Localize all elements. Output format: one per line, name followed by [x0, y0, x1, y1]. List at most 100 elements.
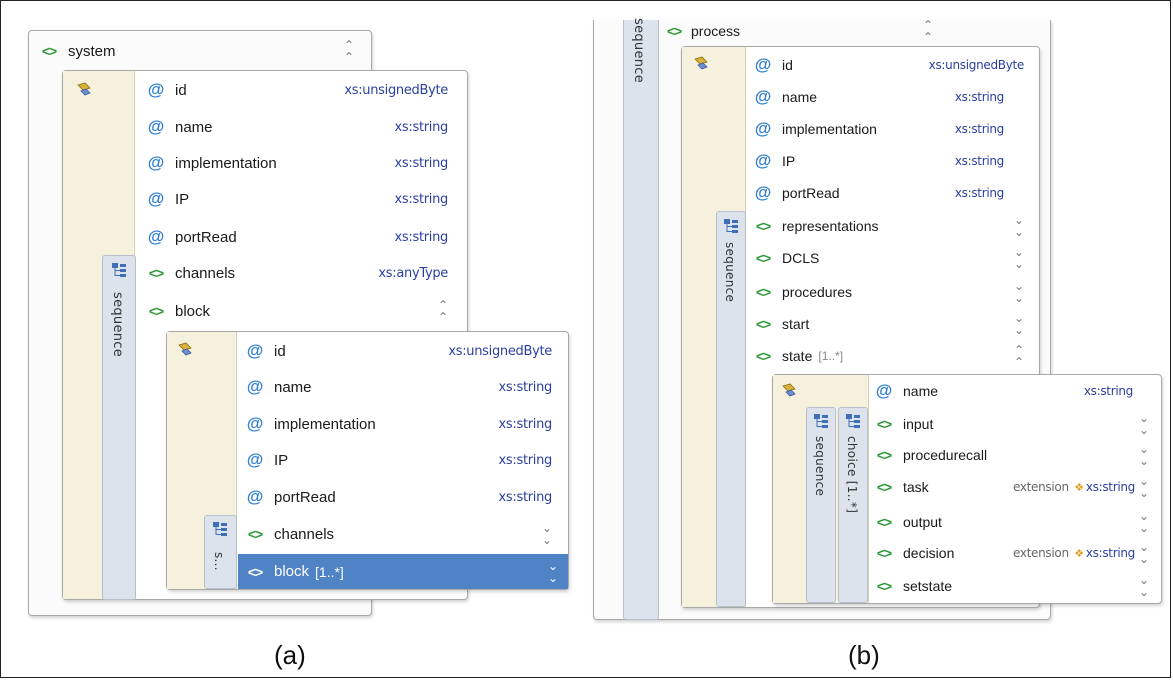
element-icon: <> [755, 284, 771, 300]
plus-diamond-icon: ❖ [1074, 481, 1084, 494]
element-icon: <> [247, 526, 263, 542]
element-row[interactable]: <> channels ⌄ ⌄ [244, 519, 562, 549]
attribute-name: IP [175, 190, 190, 208]
extension-label: extension [1012, 480, 1069, 494]
attribute-row[interactable]: @ portRead xs:string [244, 482, 562, 512]
expand-icon[interactable]: ⌄ ⌄ [1014, 312, 1024, 336]
collapse-icon[interactable]: ⌃ ⌃ [923, 19, 933, 43]
attribute-name: id [175, 81, 187, 99]
expand-icon[interactable]: ⌄ ⌄ [542, 522, 552, 546]
element-row[interactable]: <> block ⌃ ⌃ [145, 296, 458, 326]
attribute-row[interactable]: @ implementation xs:string [145, 148, 458, 178]
attribute-row[interactable]: @ id xs:unsignedByte [145, 75, 458, 105]
element-name: start [782, 316, 810, 332]
element-row[interactable]: <> representations ⌄ ⌄ [752, 211, 1034, 241]
element-row[interactable]: <> channels xs:anyType [145, 258, 458, 288]
element-name: procedures [782, 284, 853, 300]
expand-icon[interactable]: ⌄ ⌄ [1139, 443, 1149, 467]
element-name: representations [782, 218, 879, 234]
attribute-type: xs:unsignedByte [928, 58, 1025, 72]
element-name: procedurecall [903, 447, 988, 463]
element-icon: <> [247, 563, 263, 580]
multiplicity: [1..*] [315, 563, 344, 580]
element-row-selected[interactable]: <> block [1..*] ⌄ ⌄ [238, 554, 568, 589]
element-name: block [175, 302, 211, 320]
sequence-icon [112, 263, 126, 277]
element-type: extension ❖ xs:string [1013, 546, 1135, 560]
attribute-row[interactable]: @ id xs:unsignedByte [244, 336, 562, 366]
attribute-row[interactable]: @ name xs:string [873, 376, 1143, 406]
attribute-name: id [782, 57, 793, 73]
base-type: xs:string [1085, 546, 1135, 560]
attribute-name: name [903, 383, 939, 399]
element-row[interactable]: <> task extension ❖ xs:string ⌄ ⌄ [873, 472, 1159, 502]
attribute-row[interactable]: @ IP xs:string [244, 445, 562, 475]
expand-icon[interactable]: ⌄ ⌄ [1139, 412, 1149, 436]
attribute-row[interactable]: @ name xs:string [752, 82, 1014, 112]
attributes-icon [178, 342, 192, 356]
element-icon: <> [755, 316, 771, 332]
attribute-name: portRead [175, 228, 237, 246]
attribute-type: xs:string [394, 119, 449, 135]
element-icon: <> [148, 265, 164, 281]
element-row[interactable]: <> start ⌄ ⌄ [752, 309, 1034, 339]
element-icon: <> [755, 250, 771, 266]
outer-sequence-label: sequence [631, 18, 646, 84]
attribute-type: xs:string [954, 122, 1004, 136]
attribute-type: xs:string [954, 186, 1004, 200]
attribute-row[interactable]: @ portRead xs:string [752, 178, 1014, 208]
attribute-row[interactable]: @ IP xs:string [145, 184, 458, 214]
attributes-icon [694, 56, 708, 70]
base-type: xs:string [1085, 480, 1135, 494]
attribute-name: name [274, 378, 312, 396]
attribute-icon: @ [246, 487, 264, 506]
expand-icon[interactable]: ⌄ ⌄ [548, 560, 558, 584]
expand-icon[interactable]: ⌄ ⌄ [1139, 541, 1149, 565]
caption-b: (b) [848, 640, 880, 670]
process-header[interactable]: <> process ⌃ ⌃ [663, 16, 943, 46]
expand-icon[interactable]: ⌄ ⌄ [1014, 214, 1024, 238]
attribute-row[interactable]: @ name xs:string [145, 112, 458, 142]
attribute-row[interactable]: @ implementation xs:string [752, 114, 1014, 144]
attribute-type: xs:string [394, 155, 449, 171]
attribute-icon: @ [246, 341, 264, 360]
collapse-icon[interactable]: ⌃ ⌃ [1014, 344, 1024, 368]
expand-icon[interactable]: ⌄ ⌄ [1014, 246, 1024, 270]
attribute-row[interactable]: @ id xs:unsignedByte [752, 50, 1034, 80]
element-type: extension ❖ xs:string [1013, 480, 1135, 494]
attribute-icon: @ [754, 87, 772, 106]
element-row[interactable]: <> DCLS ⌄ ⌄ [752, 243, 1034, 273]
element-row[interactable]: <> input ⌄ ⌄ [873, 409, 1159, 439]
expand-icon[interactable]: ⌄ ⌄ [1139, 475, 1149, 499]
attribute-type: xs:string [394, 191, 449, 207]
attribute-icon: @ [754, 55, 772, 74]
attribute-row[interactable]: @ portRead xs:string [145, 222, 458, 252]
element-row[interactable]: <> state [1..*] ⌃ ⌃ [752, 341, 1034, 371]
attribute-type: xs:string [954, 90, 1004, 104]
element-icon: <> [876, 479, 892, 495]
collapse-icon[interactable]: ⌃ ⌃ [438, 299, 448, 323]
attribute-row[interactable]: @ IP xs:string [752, 146, 1014, 176]
element-row[interactable]: <> setstate ⌄ ⌄ [873, 571, 1159, 601]
expand-icon[interactable]: ⌄ ⌄ [1014, 280, 1024, 304]
element-row[interactable]: <> procedures ⌄ ⌄ [752, 277, 1034, 307]
plus-diamond-icon: ❖ [1074, 547, 1084, 560]
attribute-name: IP [274, 451, 289, 469]
element-name: DCLS [782, 250, 820, 266]
attribute-type: xs:string [1083, 384, 1133, 398]
expand-icon[interactable]: ⌄ ⌄ [1139, 574, 1149, 598]
sequence-label-truncated: s... [212, 552, 226, 571]
attribute-row[interactable]: @ implementation xs:string [244, 409, 562, 439]
caption-a: (a) [274, 640, 306, 670]
attribute-icon: @ [147, 227, 165, 246]
element-name: output [903, 514, 942, 530]
element-row[interactable]: <> output ⌄ ⌄ [873, 507, 1159, 537]
element-row[interactable]: <> procedurecall ⌄ ⌄ [873, 440, 1159, 470]
element-row[interactable]: <> decision extension ❖ xs:string ⌄ ⌄ [873, 538, 1159, 568]
extension-label: extension [1012, 546, 1069, 560]
system-header[interactable]: <> system ⌃ ⌃ [38, 36, 364, 66]
attribute-icon: @ [754, 151, 772, 170]
expand-icon[interactable]: ⌄ ⌄ [1139, 510, 1149, 534]
attribute-row[interactable]: @ name xs:string [244, 372, 562, 402]
collapse-icon[interactable]: ⌃ ⌃ [344, 39, 354, 63]
